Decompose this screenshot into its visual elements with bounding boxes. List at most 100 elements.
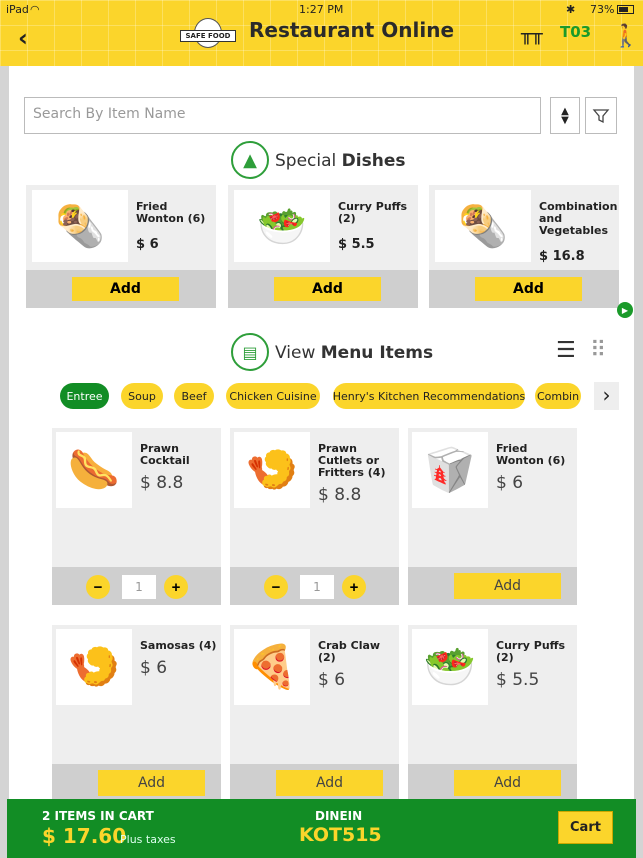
device-label: iPad	[6, 3, 29, 16]
list-view-icon[interactable]: ☰	[556, 338, 576, 363]
category-chip[interactable]: Combin	[535, 383, 581, 409]
item-price: $ 5.5	[496, 670, 540, 690]
quantity-field[interactable]: 1	[300, 575, 334, 599]
heading-prefix: View	[275, 343, 316, 363]
bluetooth-icon: ✱	[566, 3, 576, 16]
menu-items-heading: View Menu Items	[275, 343, 433, 363]
dish-name: Combination and Vegetables	[539, 200, 618, 237]
wifi-icon: ◠	[30, 3, 40, 16]
sort-button[interactable]: ▲ ▼	[550, 97, 580, 134]
cart-count: 2 ITEMS IN CART	[42, 809, 154, 823]
document-icon: ▤	[231, 333, 269, 371]
item-price: $ 6	[318, 670, 346, 690]
add-button[interactable]: Add	[475, 277, 582, 301]
clock: 1:27 PM	[299, 3, 344, 16]
dish-price: $ 16.8	[539, 249, 585, 264]
back-button[interactable]: ‹	[18, 26, 28, 50]
item-image: 🥗	[412, 629, 488, 705]
item-image: 🍕	[234, 629, 310, 705]
filter-icon	[592, 108, 610, 123]
add-button[interactable]: Add	[72, 277, 179, 301]
battery-icon	[617, 5, 634, 14]
dish-price: $ 5.5	[338, 237, 375, 252]
increase-button[interactable]: +	[164, 575, 188, 599]
item-name: Samosas (4)	[140, 639, 217, 652]
item-action-bar: −1 +	[52, 567, 221, 605]
special-dish-card[interactable]: 🌯 Fried Wonton (6) $ 6 Add	[26, 185, 216, 308]
sort-icon: ▲ ▼	[561, 105, 569, 126]
taxes-note: Plus taxes	[120, 833, 176, 846]
item-price: $ 8.8	[140, 473, 184, 493]
item-image: 🌭	[56, 432, 132, 508]
menu-item-card[interactable]: 🍤 Prawn Cutlets or Fritters (4) $ 8.8 −1…	[230, 428, 399, 605]
item-name: Curry Puffs (2)	[496, 639, 566, 664]
add-button[interactable]: Add	[454, 573, 561, 599]
category-chip[interactable]: Henry's Kitchen Recommendations	[333, 383, 525, 409]
item-image: 🍤	[234, 432, 310, 508]
category-chip[interactable]: Soup	[121, 383, 163, 409]
heading-prefix: Special	[275, 151, 337, 171]
item-image: 🍤	[56, 629, 132, 705]
category-chip[interactable]: Beef	[174, 383, 214, 409]
category-chip[interactable]: Entree	[60, 383, 109, 409]
item-name: Prawn Cocktail	[140, 442, 190, 467]
item-price: $ 6	[140, 658, 168, 678]
heading-bold: Menu Items	[320, 343, 434, 363]
menu-item-card[interactable]: 🍤 Samosas (4) $ 6 Add	[52, 625, 221, 802]
dish-price: $ 6	[136, 237, 159, 252]
menu-item-card[interactable]: 🥡 Fried Wonton (6) $ 6 Add	[408, 428, 577, 605]
menu-item-card[interactable]: 🥗 Curry Puffs (2) $ 5.5 Add	[408, 625, 577, 802]
categories-next-button[interactable]: ›	[594, 382, 619, 410]
item-action-bar: Add	[52, 764, 221, 802]
add-bar: Add	[429, 270, 619, 308]
item-action-bar: −1 +	[230, 567, 399, 605]
cloche-icon: ▲	[231, 141, 269, 179]
add-button[interactable]: Add	[274, 277, 381, 301]
waiter-icon[interactable]: 🚶	[612, 24, 639, 49]
quantity-field[interactable]: 1	[122, 575, 156, 599]
add-button[interactable]: Add	[98, 770, 205, 796]
app-title: Restaurant Online	[249, 18, 455, 42]
item-name: Crab Claw (2)	[318, 639, 381, 664]
dish-image: 🌯	[435, 190, 531, 262]
special-dish-card[interactable]: 🥗 Curry Puffs (2) $ 5.5 Add	[228, 185, 418, 308]
dish-image: 🌯	[32, 190, 128, 262]
menu-item-card[interactable]: 🌭 Prawn Cocktail $ 8.8 −1 +	[52, 428, 221, 605]
add-button[interactable]: Add	[454, 770, 561, 796]
grid-view-icon[interactable]: ⠿	[590, 338, 606, 363]
scroll-right-button[interactable]: ▶	[617, 302, 633, 318]
decrease-button[interactable]: −	[264, 575, 288, 599]
item-action-bar: Add	[408, 567, 577, 605]
dish-image: 🥗	[234, 190, 330, 262]
item-image: 🥡	[412, 432, 488, 508]
add-bar: Add	[26, 270, 216, 308]
special-dishes-heading: Special Dishes	[275, 151, 405, 171]
add-button[interactable]: Add	[276, 770, 383, 796]
item-name: Fried Wonton (6)	[496, 442, 566, 467]
category-chip[interactable]: Chicken Cuisine	[226, 383, 320, 409]
filter-button[interactable]	[585, 97, 617, 134]
header: iPad ◠ 1:27 PM ✱ 73% ‹ SAFE FOOD Restaur…	[0, 0, 643, 66]
item-action-bar: Add	[408, 764, 577, 802]
order-mode: DINEIN	[315, 809, 363, 823]
kot-number: KOT515	[299, 824, 382, 846]
item-price: $ 8.8	[318, 485, 362, 505]
cart-total: $ 17.60	[42, 824, 127, 848]
safe-food-logo: SAFE FOOD	[180, 18, 236, 52]
cart-button[interactable]: Cart	[558, 811, 613, 844]
search-input[interactable]: Search By Item Name	[24, 97, 541, 134]
menu-item-card[interactable]: 🍕 Crab Claw (2) $ 6 Add	[230, 625, 399, 802]
item-name: Prawn Cutlets or Fritters (4)	[318, 442, 386, 479]
table-number: T03	[560, 23, 592, 41]
item-action-bar: Add	[230, 764, 399, 802]
table-icon: ╥╥	[521, 24, 543, 45]
increase-button[interactable]: +	[342, 575, 366, 599]
item-price: $ 6	[496, 473, 524, 493]
add-bar: Add	[228, 270, 418, 308]
dish-name: Curry Puffs (2)	[338, 200, 408, 225]
dish-name: Fried Wonton (6)	[136, 200, 206, 225]
battery-level: 73%	[590, 3, 615, 16]
cart-bar: 2 ITEMS IN CART $ 17.60 Plus taxes DINEI…	[7, 799, 636, 858]
decrease-button[interactable]: −	[86, 575, 110, 599]
special-dish-card[interactable]: 🌯 Combination and Vegetables $ 16.8 Add	[429, 185, 619, 308]
